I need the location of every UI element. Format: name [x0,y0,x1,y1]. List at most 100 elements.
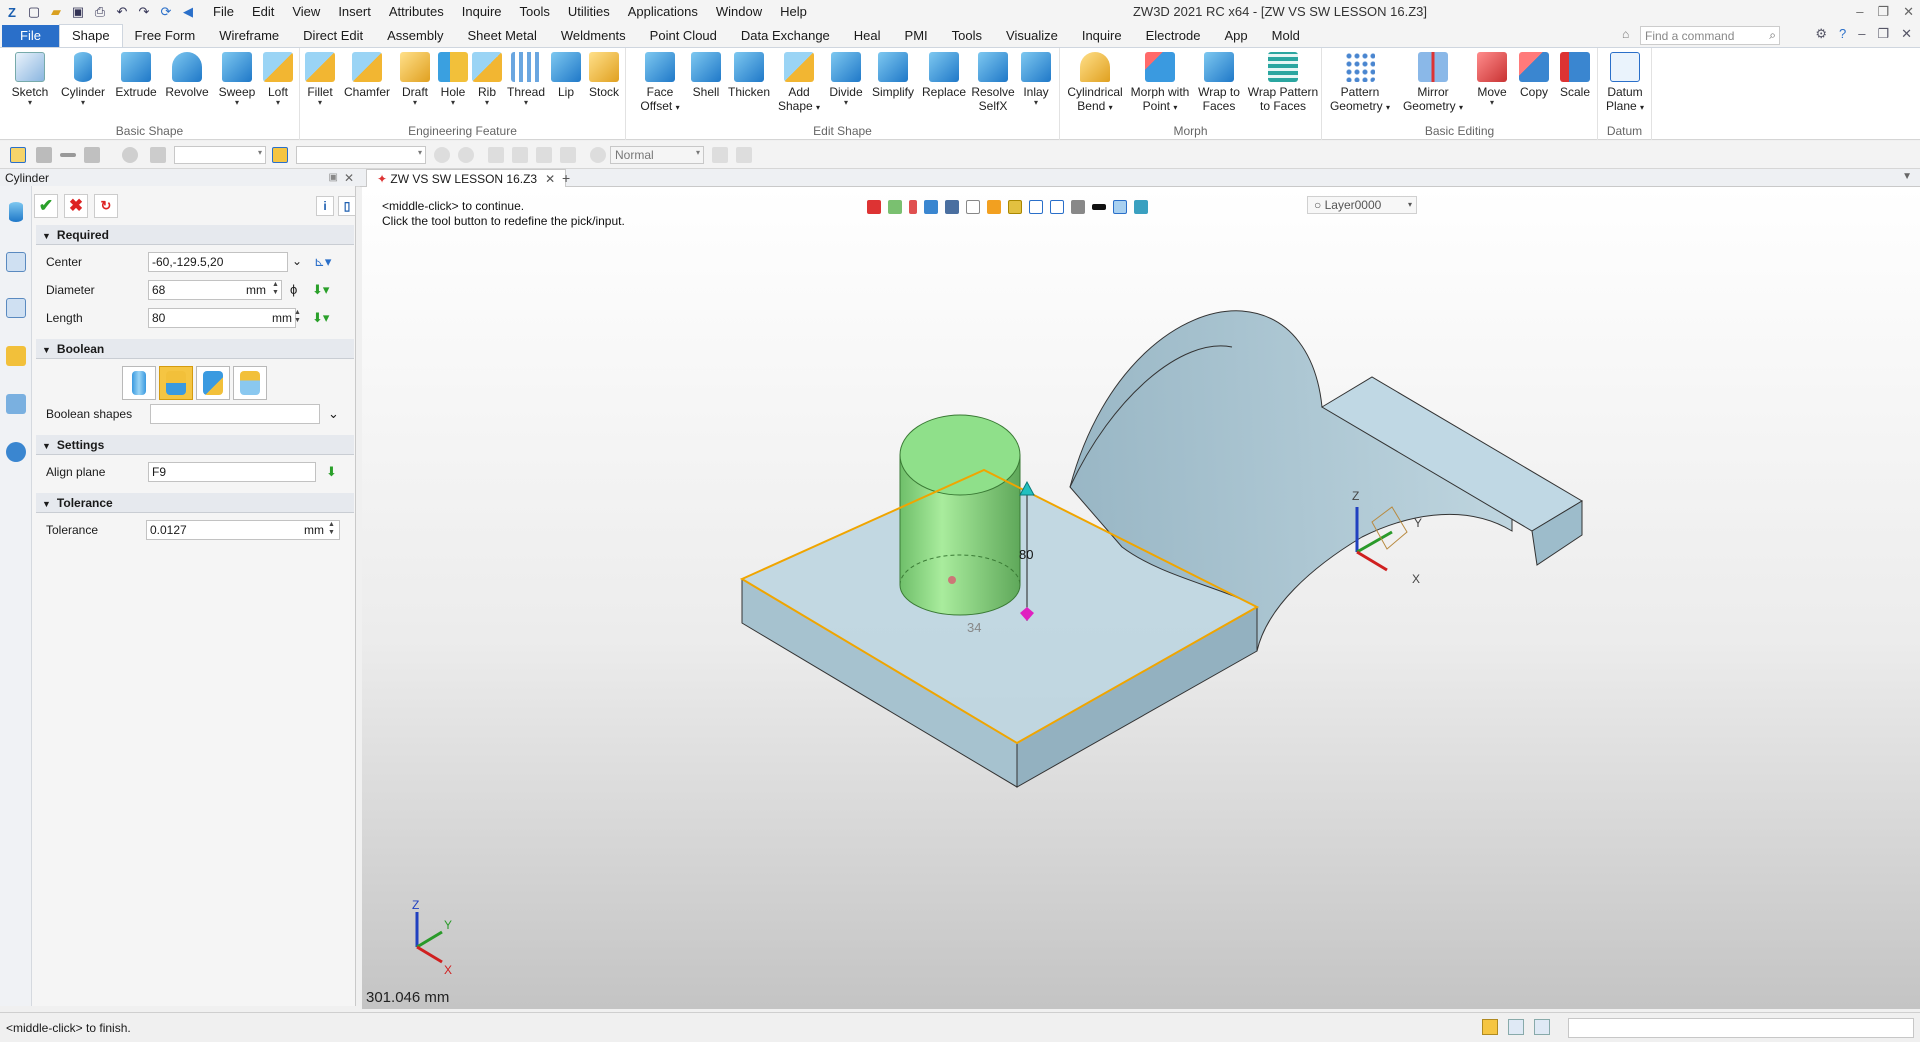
dropdown-arrow-icon[interactable]: ▾ [1018,99,1054,107]
menu-view[interactable]: View [283,0,329,24]
section-boolean[interactable]: ▼ Boolean [36,339,354,359]
tab-pmi[interactable]: PMI [893,25,940,47]
revolve-button[interactable]: Revolve [164,52,210,99]
new-tab-icon[interactable]: + [562,170,570,186]
menu-window[interactable]: Window [707,0,771,24]
document-tab[interactable]: ✦ ZW VS SW LESSON 16.Z3 ✕ [366,169,567,188]
tab-free-form[interactable]: Free Form [123,25,208,47]
tolerance-spinner-icon[interactable]: ▲ ▼ [328,521,335,537]
monitor-icon[interactable] [1508,1019,1524,1035]
cylinder-top-face[interactable] [899,414,1021,496]
diameter-symbol-icon[interactable]: ϕ [290,282,297,297]
dropdown-arrow-icon[interactable]: ▾ [1640,103,1644,112]
tab-visualize[interactable]: Visualize [994,25,1070,47]
list-view-icon[interactable] [1534,1019,1550,1035]
dropdown-arrow-icon[interactable]: ▾ [10,99,50,107]
point-options-icon[interactable]: ⊾▾ [314,254,331,270]
section-tolerance[interactable]: ▼ Tolerance [36,493,354,513]
dropdown-arrow-icon[interactable]: ▾ [506,99,546,107]
chamfer-button[interactable]: Chamfer [342,52,392,99]
thicken-button[interactable]: Thicken [726,52,772,99]
open-file-icon[interactable]: ▰ [48,4,64,20]
dropdown-arrow-icon[interactable]: ▾ [216,99,258,107]
view-manager-icon[interactable] [6,394,26,414]
morph-with-point-button[interactable]: Morph with Point ▾ [1128,52,1192,115]
tab-assembly[interactable]: Assembly [375,25,455,47]
menu-applications[interactable]: Applications [619,0,707,24]
lip-button[interactable]: Lip [550,52,582,99]
dropdown-arrow-icon[interactable]: ▾ [304,99,336,107]
assembly-tree-icon[interactable] [6,298,26,318]
divide-button[interactable]: Divide ▾ [826,52,866,107]
dropdown-arrow-icon[interactable]: ▾ [1459,103,1463,112]
part-icon[interactable] [6,346,26,366]
face-offset-button[interactable]: Face Offset ▾ [634,52,686,115]
expand-chevrons-icon[interactable]: ⌄ [328,406,339,422]
menu-insert[interactable]: Insert [329,0,380,24]
wrap-pattern-to-faces-button[interactable]: Wrap Pattern to Faces [1246,52,1320,113]
boolean-remove-button[interactable] [196,366,230,400]
tab-direct-edit[interactable]: Direct Edit [291,25,375,47]
dropdown-arrow-icon[interactable]: ▾ [1386,103,1390,112]
dropdown-arrow-icon[interactable]: ▾ [826,99,866,107]
status-command-input[interactable] [1568,1018,1914,1038]
tab-close-icon[interactable]: ✕ [545,172,555,186]
pick-select[interactable]: ▾ [296,146,426,164]
model-scene[interactable]: 80 34 Z Y X Z Y X [362,187,1920,1009]
dropdown-arrow-icon[interactable]: ▾ [816,103,820,112]
align-plane-input[interactable]: F9 [148,462,316,482]
boolean-shapes-input[interactable] [150,404,320,424]
cylinder-button[interactable]: Cylinder ▾ [60,52,106,107]
pick-plane-icon[interactable]: ⬇ [326,464,337,480]
help-icon[interactable]: ? [1839,26,1846,42]
apply-icon[interactable]: ↻ [94,194,118,218]
tab-data-exchange[interactable]: Data Exchange [729,25,842,47]
pick-circle-icon[interactable] [122,147,138,163]
help-doc-icon[interactable]: ▯ [338,196,356,216]
new-file-icon[interactable]: ▢ [26,4,42,20]
restore-icon[interactable]: ❐ [1877,0,1889,24]
pattern-geometry-button[interactable]: Pattern Geometry ▾ [1326,52,1394,115]
cylinder-panel-icon[interactable] [9,202,23,222]
back-icon[interactable]: ◀ [180,4,196,20]
hole-button[interactable]: Hole ▾ [436,52,470,107]
tab-heal[interactable]: Heal [842,25,893,47]
extrude-button[interactable]: Extrude [114,52,158,99]
shell-button[interactable]: Shell [688,52,724,99]
dropdown-arrow-icon[interactable]: ▾ [262,99,294,107]
copy-button[interactable]: Copy [1514,52,1554,99]
resolve-selfx-button[interactable]: Resolve SelfX [970,52,1016,113]
dimension-diameter-text[interactable]: 34 [967,620,981,635]
diameter-spinner-icon[interactable]: ▲ ▼ [272,281,279,297]
tab-tools[interactable]: Tools [940,25,994,47]
add-shape-button[interactable]: Add Shape ▾ [776,52,822,115]
tab-file[interactable]: File [2,25,59,47]
wrap-to-faces-button[interactable]: Wrap to Faces [1194,52,1244,113]
dropdown-arrow-icon[interactable]: ▾ [60,99,106,107]
tab-point-cloud[interactable]: Point Cloud [638,25,729,47]
draft-button[interactable]: Draft ▾ [398,52,432,107]
user-icon[interactable] [6,442,26,462]
collapse-tabs-icon[interactable]: ▼ [1902,171,1912,182]
dimension-length-text[interactable]: 80 [1019,547,1033,562]
menu-file[interactable]: File [204,0,243,24]
scale-button[interactable]: Scale [1556,52,1594,99]
ribbon-minimize-icon[interactable]: – [1858,26,1865,42]
pick-box-icon[interactable] [84,147,100,163]
ok-check-icon[interactable]: ✔ [34,194,58,218]
tab-wireframe[interactable]: Wireframe [207,25,291,47]
boolean-add-button[interactable] [159,366,193,400]
ribbon-restore-icon[interactable]: ❐ [1877,26,1889,42]
measure-options-icon[interactable]: ⬇▾ [312,282,329,298]
boolean-base-button[interactable] [122,366,156,400]
print-icon[interactable]: ⎙ [92,4,108,20]
menu-utilities[interactable]: Utilities [559,0,619,24]
mirror-geometry-button[interactable]: Mirror Geometry ▾ [1398,52,1468,115]
command-search-input[interactable]: Find a command ⌕ [1640,26,1780,45]
dropdown-arrow-icon[interactable]: ▾ [1173,103,1177,112]
display-style-select[interactable]: Normal ▾ [610,146,704,164]
filter-minus-icon[interactable] [60,153,76,157]
tab-app[interactable]: App [1213,25,1260,47]
info-icon[interactable]: i [316,196,334,216]
center-point-marker[interactable] [948,576,956,584]
